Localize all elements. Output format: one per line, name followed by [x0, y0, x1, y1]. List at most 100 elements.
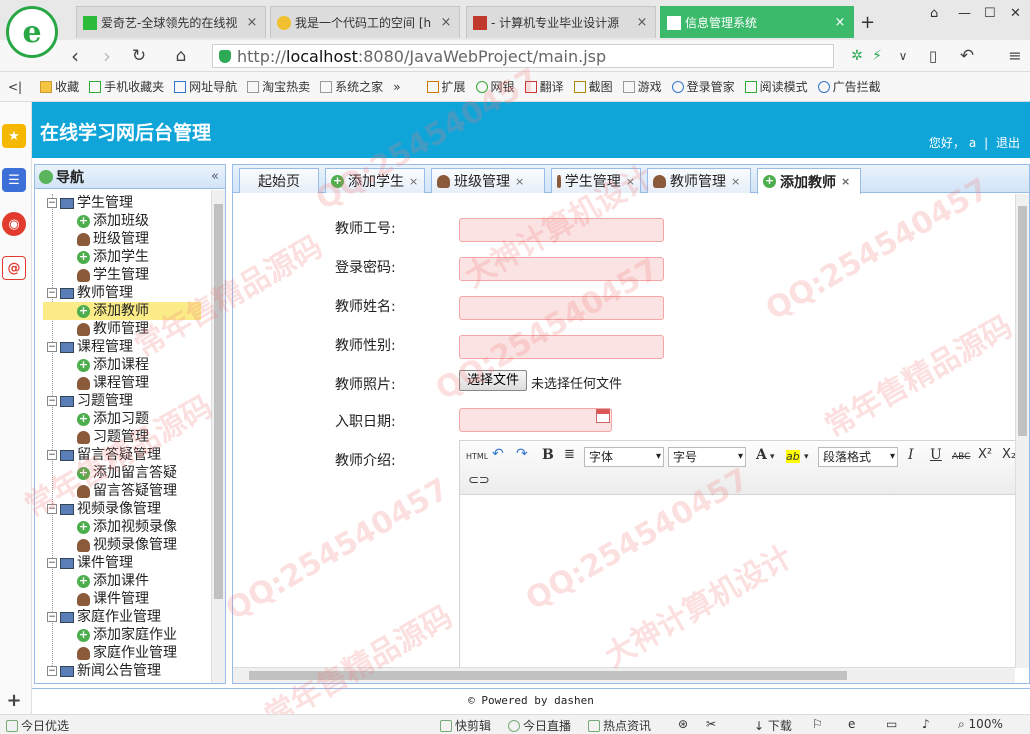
scroll-thumb[interactable] — [214, 204, 223, 599]
subscript-button[interactable]: X₂ — [1002, 447, 1015, 462]
underline-button[interactable]: U — [930, 447, 942, 463]
tab-3[interactable]: 学生管理 × — [551, 168, 641, 193]
ext-adblock[interactable]: 广告拦截 — [817, 78, 881, 95]
flag-icon[interactable]: ⚐ — [812, 717, 823, 731]
volume-icon[interactable]: ♪ — [922, 717, 930, 731]
dropdown-icon[interactable]: ∨ — [892, 45, 914, 67]
close-icon[interactable]: × — [439, 15, 453, 30]
tree-item[interactable]: + 添加家庭作业 — [43, 626, 177, 644]
redo-icon[interactable]: ↷ — [516, 446, 528, 462]
tree-item[interactable]: 班级管理 — [43, 230, 149, 248]
refresh-icon[interactable]: ↻ — [128, 45, 150, 67]
teacher-no-input[interactable] — [459, 218, 664, 242]
menu-icon[interactable]: ≡ — [1004, 45, 1026, 67]
tree-item[interactable]: 课件管理 — [43, 590, 149, 608]
speed-icon[interactable]: ⊛ — [678, 717, 688, 731]
phone-icon[interactable]: ▯ — [922, 45, 944, 67]
html-button[interactable]: HTML — [466, 452, 488, 461]
bold-button[interactable]: B — [542, 447, 554, 463]
collapse-toggle-icon[interactable]: − — [47, 288, 57, 298]
paragraph-select[interactable]: 段落格式 — [818, 447, 898, 467]
lightning-icon[interactable]: ⚡ — [866, 45, 888, 67]
scroll-thumb[interactable] — [1018, 206, 1027, 436]
tree-group[interactable]: − 教师管理 — [47, 284, 133, 302]
zoom-level[interactable]: ⌕ 100% — [958, 717, 1003, 732]
strike-button[interactable]: ABC — [952, 452, 970, 462]
minimize-icon[interactable]: — — [958, 6, 971, 21]
tree-item[interactable]: 留言答疑管理 — [43, 482, 177, 500]
ext-games[interactable]: 游戏 — [622, 78, 662, 95]
ext-screenshot[interactable]: 截图 — [573, 78, 613, 95]
tree-item[interactable]: + 添加视频录像 — [43, 518, 177, 536]
font-select[interactable]: 字体 — [584, 447, 664, 467]
status-today[interactable]: 今日优选 — [6, 717, 69, 734]
ext-expand[interactable]: 扩展 — [426, 78, 466, 95]
tree-group[interactable]: − 新闻公告管理 — [47, 662, 161, 680]
bookmark-more[interactable]: » — [393, 80, 400, 94]
logout-link[interactable]: 退出 — [996, 136, 1020, 150]
main-vertical-scrollbar[interactable] — [1015, 194, 1029, 668]
ext-reader[interactable]: 阅读模式 — [744, 78, 808, 95]
add-icon[interactable]: + — [2, 688, 26, 712]
ext-translate[interactable]: 翻译 — [524, 78, 564, 95]
superscript-button[interactable]: X² — [978, 447, 992, 462]
tree-item[interactable]: + 添加课程 — [43, 356, 149, 374]
hire-date-input[interactable] — [459, 408, 612, 432]
tree-group[interactable]: − 课件管理 — [47, 554, 133, 572]
home-icon[interactable]: ⌂ — [170, 45, 192, 67]
forward-icon[interactable]: › — [96, 45, 118, 67]
choose-file-button[interactable]: 选择文件 — [459, 370, 528, 391]
calendar-icon[interactable] — [596, 409, 610, 423]
tree-item[interactable]: 习题管理 — [43, 428, 149, 446]
tree-group[interactable]: − 课程管理 — [47, 338, 133, 356]
highlight-button[interactable]: ab — [786, 450, 800, 463]
tree-item[interactable]: 视频录像管理 — [43, 536, 177, 554]
collapse-icon[interactable]: « — [211, 169, 219, 184]
screenshot-icon[interactable]: ✂ — [706, 717, 716, 731]
url-input[interactable]: http://localhost:8080/JavaWebProject/mai… — [212, 44, 834, 68]
tree-item[interactable]: + 添加课件 — [43, 572, 149, 590]
collapse-toggle-icon[interactable]: − — [47, 504, 57, 514]
close-icon[interactable]: × — [841, 175, 850, 188]
close-icon[interactable]: × — [635, 15, 649, 30]
close-icon[interactable]: × — [626, 175, 635, 188]
tree-item[interactable]: + 添加班级 — [43, 212, 149, 230]
collapse-toggle-icon[interactable]: − — [47, 558, 57, 568]
status-news[interactable]: 热点资讯 — [588, 717, 651, 734]
tree-item[interactable]: 教师管理 — [43, 320, 149, 338]
close-icon[interactable]: × — [409, 175, 418, 188]
ie-icon[interactable]: e — [848, 717, 855, 731]
close-icon[interactable]: × — [731, 175, 740, 188]
tree-item[interactable]: 家庭作业管理 — [43, 644, 177, 662]
collapse-toggle-icon[interactable]: − — [47, 396, 57, 406]
dropdown-icon[interactable]: ▾ — [770, 452, 775, 462]
format-icon[interactable]: ≣ — [564, 447, 575, 462]
status-live[interactable]: 今日直播 — [508, 717, 571, 734]
tree-group[interactable]: − 学生管理 — [47, 194, 133, 212]
tab-5[interactable]: + 添加教师 × — [757, 168, 861, 194]
italic-button[interactable]: I — [908, 447, 914, 463]
main-horizontal-scrollbar[interactable] — [233, 667, 1015, 683]
undo-icon[interactable]: ↶ — [492, 446, 504, 462]
tree-item[interactable]: + 添加留言答疑 — [43, 464, 177, 482]
name-input[interactable] — [459, 296, 664, 320]
status-download[interactable]: ↓ 下载 — [754, 717, 792, 734]
ext-bank[interactable]: 网银 — [475, 78, 515, 95]
browser-logo-icon[interactable]: e — [6, 6, 58, 58]
tab-1[interactable]: + 添加学生 × — [325, 168, 425, 193]
browser-tab-3[interactable]: - 计算机专业毕业设计源 × — [466, 6, 656, 38]
collapse-toggle-icon[interactable]: − — [47, 450, 57, 460]
skin-icon[interactable]: ⌂ — [930, 6, 938, 21]
new-tab-button[interactable]: + — [860, 12, 875, 33]
weibo-icon[interactable]: ◉ — [2, 212, 26, 236]
bookmark-xitong[interactable]: 系统之家 — [320, 78, 383, 95]
bookmark-mobile[interactable]: 手机收藏夹 — [89, 78, 164, 95]
tree-item[interactable]: 学生管理 — [43, 266, 149, 284]
collapse-toggle-icon[interactable]: − — [47, 612, 57, 622]
close-icon[interactable]: × — [515, 175, 524, 188]
nav-scrollbar[interactable] — [211, 190, 225, 683]
tab-2[interactable]: 班级管理 × — [431, 168, 545, 193]
close-icon[interactable]: × — [245, 15, 259, 30]
tree-group[interactable]: − 留言答疑管理 — [47, 446, 161, 464]
tab-0[interactable]: 起始页 — [239, 168, 319, 193]
